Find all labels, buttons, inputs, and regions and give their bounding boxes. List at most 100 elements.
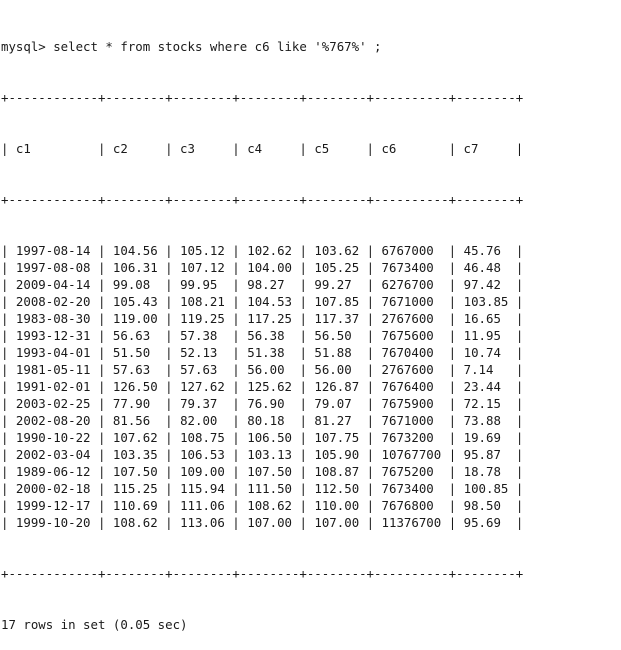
table-cell-c5: 108.87 [314, 464, 360, 479]
table-cell-c2: 56.63 [112, 328, 151, 343]
table-cell-c5: 126.87 [314, 379, 360, 394]
table-cell-c4: 51.38 [247, 345, 285, 360]
table-cell-c6: 7673400 [381, 260, 434, 275]
table-cell-c6: c6 [381, 141, 397, 156]
table-cell-c7: c7 [463, 141, 479, 156]
table-body: | 1997-08-14 | 104.56 | 105.12 | 102.62 … [1, 242, 523, 531]
table-row: | 2000-02-18 | 115.25 | 115.94 | 111.50 … [1, 481, 524, 496]
table-cell-c7: 16.65 [463, 311, 501, 326]
table-cell-c4: 76.90 [247, 396, 285, 411]
table-cell-c3: c3 [180, 141, 195, 156]
table-cell-c5: 56.00 [314, 362, 352, 377]
table-cell-c7: 46.48 [463, 260, 501, 275]
table-cell-c1: 1989-06-12 [15, 464, 91, 479]
table-cell-c2: 57.63 [112, 362, 151, 377]
sql-command: select * from stocks where c6 like '%767… [53, 39, 382, 54]
table-cell-c5: 107.00 [314, 515, 360, 530]
table-cell-c7: 73.88 [463, 413, 501, 428]
table-cell-c3: 113.06 [180, 515, 225, 530]
table-cell-c6: 11376700 [381, 515, 442, 530]
table-cell-c1: 1993-04-01 [15, 345, 91, 360]
table-cell-c7: 45.76 [463, 243, 501, 258]
table-cell-c6: 7675200 [381, 464, 434, 479]
table-cell-c5: 81.27 [314, 413, 352, 428]
table-cell-c7: 72.15 [463, 396, 501, 411]
table-row: | 1999-12-17 | 110.69 | 111.06 | 108.62 … [1, 498, 524, 513]
table-cell-c4: 107.50 [247, 464, 292, 479]
table-cell-c3: 79.37 [180, 396, 218, 411]
table-cell-c6: 7676800 [381, 498, 434, 513]
table-cell-c2: 105.43 [112, 294, 158, 309]
table-cell-c5: 112.50 [314, 481, 360, 496]
table-cell-c2: c2 [112, 141, 128, 156]
table-cell-c1: 2009-04-14 [15, 277, 91, 292]
table-cell-c2: 106.31 [112, 260, 158, 275]
table-cell-c2: 104.56 [112, 243, 158, 258]
table-cell-c2: 107.50 [112, 464, 158, 479]
table-cell-c6: 7671000 [381, 413, 434, 428]
table-cell-c5: 107.75 [314, 430, 360, 445]
table-cell-c5: 79.07 [314, 396, 352, 411]
table-cell-c7: 103.85 [463, 294, 509, 309]
terminal-window[interactable]: mysql> select * from stocks where c6 lik… [1, 4, 523, 650]
table-cell-c3: 107.12 [180, 260, 225, 275]
table-row: | 1983-08-30 | 119.00 | 119.25 | 117.25 … [1, 311, 524, 326]
table-row: | 1991-02-01 | 126.50 | 127.62 | 125.62 … [1, 379, 524, 394]
table-cell-c3: 108.75 [180, 430, 225, 445]
command-line: mysql> select * from stocks where c6 lik… [1, 38, 523, 55]
table-cell-c7: 95.69 [463, 515, 501, 530]
table-border-header: +------------+--------+--------+--------… [1, 192, 524, 207]
table-cell-c3: 57.38 [180, 328, 218, 343]
table-cell-c4: 117.25 [247, 311, 292, 326]
table-cell-c5: 103.62 [314, 243, 360, 258]
table-row: | 1993-04-01 | 51.50 | 52.13 | 51.38 | 5… [1, 345, 524, 360]
table-border-bottom: +------------+--------+--------+--------… [1, 566, 524, 581]
table-cell-c2: 99.08 [112, 277, 151, 292]
table-cell-c3: 108.21 [180, 294, 225, 309]
table-cell-c4: 104.00 [247, 260, 292, 275]
table-cell-c4: c4 [247, 141, 263, 156]
table-cell-c2: 77.90 [112, 396, 151, 411]
table-cell-c2: 107.62 [112, 430, 158, 445]
table-cell-c1: c1 [15, 141, 31, 156]
table-cell-c2: 119.00 [112, 311, 158, 326]
table-cell-c6: 6767000 [381, 243, 434, 258]
table-cell-c2: 108.62 [112, 515, 158, 530]
table-cell-c1: 1999-10-20 [15, 515, 91, 530]
table-cell-c4: 125.62 [247, 379, 292, 394]
table-cell-c7: 97.42 [463, 277, 501, 292]
table-cell-c4: 104.53 [247, 294, 292, 309]
table-cell-c3: 119.25 [180, 311, 225, 326]
result-summary: 17 rows in set (0.05 sec) [1, 617, 188, 632]
table-row: | 2008-02-20 | 105.43 | 108.21 | 104.53 … [1, 294, 524, 309]
table-cell-c3: 57.63 [180, 362, 218, 377]
table-row: | 1990-10-22 | 107.62 | 108.75 | 106.50 … [1, 430, 524, 445]
table-cell-c6: 2767600 [381, 311, 434, 326]
mysql-prompt: mysql> [1, 39, 54, 54]
table-cell-c6: 7673200 [381, 430, 434, 445]
table-cell-c5: 107.85 [314, 294, 360, 309]
table-cell-c5: c5 [314, 141, 330, 156]
table-cell-c6: 7673400 [381, 481, 434, 496]
table-cell-c1: 2003-02-25 [15, 396, 91, 411]
table-cell-c7: 100.85 [463, 481, 509, 496]
table-cell-c2: 115.25 [112, 481, 158, 496]
table-cell-c4: 98.27 [247, 277, 285, 292]
table-cell-c5: 110.00 [314, 498, 360, 513]
table-cell-c7: 11.95 [463, 328, 501, 343]
table-cell-c1: 1983-08-30 [15, 311, 91, 326]
table-cell-c3: 109.00 [180, 464, 225, 479]
table-cell-c2: 51.50 [112, 345, 151, 360]
table-row: | 1989-06-12 | 107.50 | 109.00 | 107.50 … [1, 464, 524, 479]
table-cell-c1: 2002-03-04 [15, 447, 91, 462]
table-cell-c6: 7670400 [381, 345, 434, 360]
table-cell-c4: 103.13 [247, 447, 292, 462]
table-cell-c1: 1999-12-17 [15, 498, 91, 513]
table-cell-c1: 1981-05-11 [15, 362, 91, 377]
table-cell-c5: 99.27 [314, 277, 352, 292]
table-cell-c3: 105.12 [180, 243, 225, 258]
table-cell-c1: 1997-08-14 [15, 243, 91, 258]
table-cell-c2: 103.35 [112, 447, 158, 462]
table-cell-c5: 117.37 [314, 311, 360, 326]
table-cell-c4: 56.38 [247, 328, 285, 343]
